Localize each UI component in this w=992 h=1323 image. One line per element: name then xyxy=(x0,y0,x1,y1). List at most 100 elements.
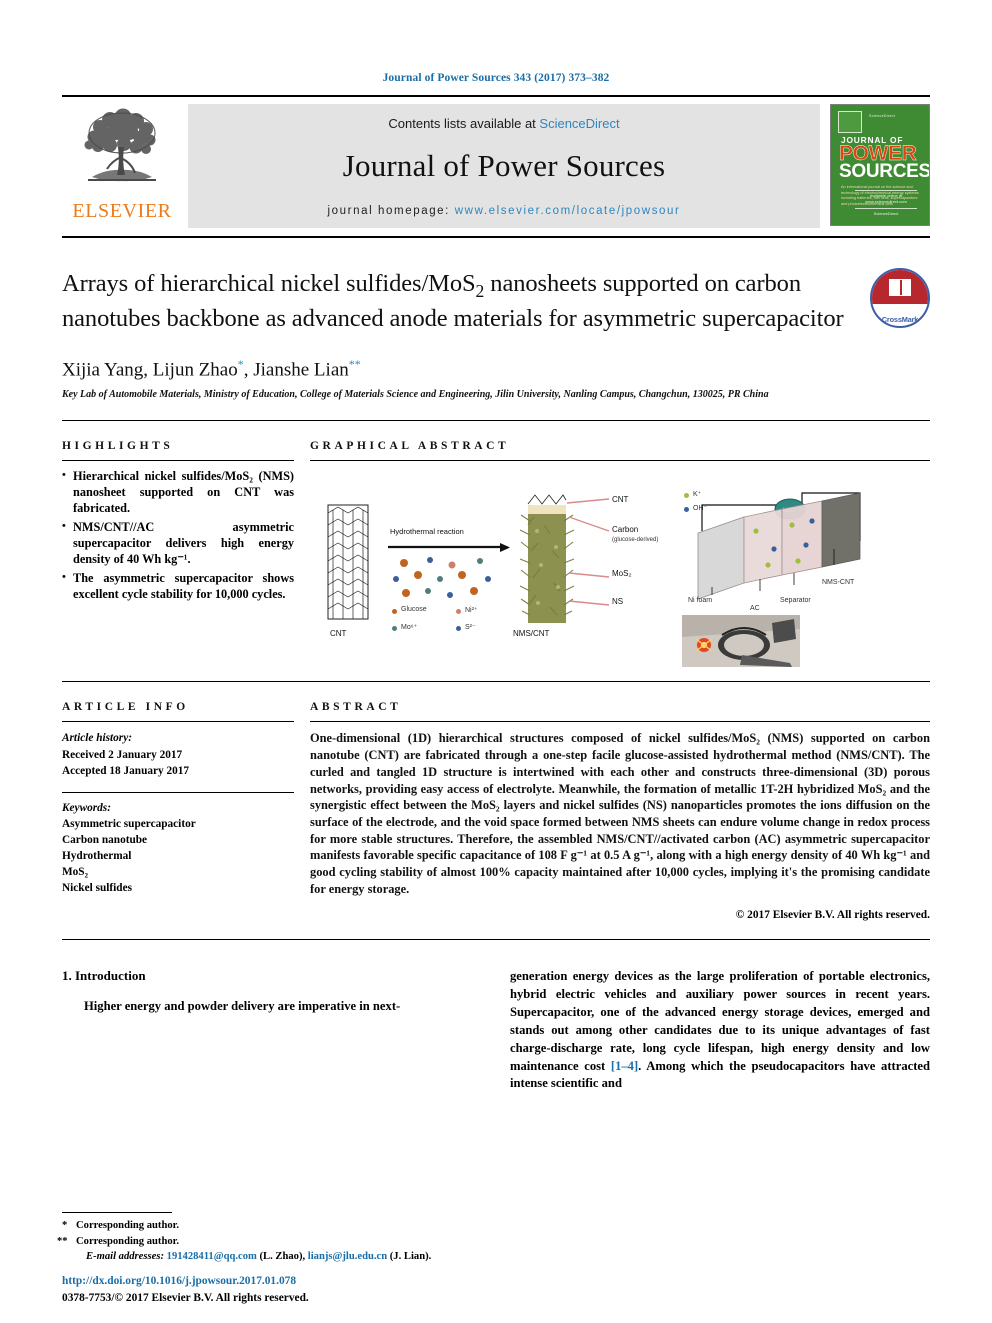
email-link-1[interactable]: 191428411@qq.com xyxy=(167,1251,257,1262)
highlights-section: HIGHLIGHTS Hierarchical nickel sulfides/… xyxy=(62,440,310,667)
body-columns: 1. Introduction Higher energy and powder… xyxy=(62,968,930,1093)
footnote-rule xyxy=(62,1212,172,1214)
label-nms-cnt: NMS/CNT xyxy=(513,629,550,639)
body-top-rule xyxy=(62,939,930,941)
reaction-arrow-icon xyxy=(388,543,510,553)
cover-footer-line1: Available online at www.sciencedirect.co… xyxy=(855,189,917,206)
body-column-right: generation energy devices as the large p… xyxy=(510,968,930,1093)
title-subscript: 2 xyxy=(475,280,485,301)
footnote-text-1: Corresponding author. xyxy=(76,1220,180,1232)
callout-carbon: Carbon xyxy=(612,525,639,535)
author-list: Xijia Yang, Lijun Zhao*, Jianshe Lian** xyxy=(62,357,930,381)
legend-mo: Mo⁶⁺ xyxy=(401,624,418,632)
legend-dot-mo xyxy=(392,626,397,632)
cover-publisher-badge xyxy=(838,111,862,133)
keywords-block: Keywords: Asymmetric supercapacitor Carb… xyxy=(62,800,294,896)
journal-cover[interactable]: ScienceDirect JOURNAL OF POWER SOURCES A… xyxy=(826,104,930,228)
crossmark-label: CrossMark xyxy=(881,315,919,324)
footnote-corresponding-2: ** Corresponding author. xyxy=(57,1234,474,1249)
legend-s: S²⁻ xyxy=(465,624,476,632)
abstract-section: ABSTRACT One-dimensional (1D) hierarchic… xyxy=(310,701,930,921)
email-link-2[interactable]: lianjs@jlu.edu.cn xyxy=(308,1251,387,1262)
publisher-wordmark: ELSEVIER xyxy=(72,200,172,222)
publisher-logo[interactable]: ELSEVIER xyxy=(62,104,182,228)
sciencedirect-link[interactable]: ScienceDirect xyxy=(539,116,619,131)
page-title: Arrays of hierarchical nickel sulfides/M… xyxy=(62,268,846,335)
body-text-a: generation energy devices as the large p… xyxy=(510,969,930,1073)
body-paragraph-left: Higher energy and powder delivery are im… xyxy=(84,999,401,1014)
callout-ns: NS xyxy=(612,597,624,607)
callout-cnt: CNT xyxy=(612,495,629,505)
body-column-left: 1. Introduction Higher energy and powder… xyxy=(62,968,482,1093)
title-area: Arrays of hierarchical nickel sulfides/M… xyxy=(62,268,930,335)
contents-prefix: Contents lists available at xyxy=(388,116,540,131)
legend-dot-glucose xyxy=(392,609,397,615)
callout-mos2: MoS₂ xyxy=(612,569,632,579)
legend-ni: Ni²⁺ xyxy=(465,607,478,615)
legend-glucose: Glucose xyxy=(401,606,427,614)
cnt-tube-icon xyxy=(327,504,369,620)
title-block-rule xyxy=(62,420,930,422)
footnotes: * Corresponding author. ** Corresponding… xyxy=(57,1212,474,1265)
page-footer: http://dx.doi.org/10.1016/j.jpowsour.201… xyxy=(62,1273,562,1307)
doi-link[interactable]: http://dx.doi.org/10.1016/j.jpowsour.201… xyxy=(62,1273,562,1290)
contents-line: Contents lists available at ScienceDirec… xyxy=(388,116,619,131)
abstract-text: One-dimensional (1D) hierarchical struct… xyxy=(310,731,930,896)
legend-dot-ni xyxy=(456,609,461,615)
crossmark-top xyxy=(872,270,928,304)
author-mark-2[interactable]: ** xyxy=(349,357,361,371)
article-first-page: Journal of Power Sources 343 (2017) 373–… xyxy=(0,0,992,1323)
journal-masthead: ELSEVIER Contents lists available at Sci… xyxy=(62,104,930,228)
legend-k: K⁺ xyxy=(693,491,702,499)
demo-photo xyxy=(682,615,800,668)
email-owner-2: (J. Lian). xyxy=(389,1251,432,1263)
abstract-heading: ABSTRACT xyxy=(310,701,402,714)
abstract-rule xyxy=(310,721,930,723)
book-icon xyxy=(889,278,911,296)
graphical-abstract-heading: GRAPHICAL ABSTRACT xyxy=(310,440,510,453)
keyword-item: Hydrothermal xyxy=(62,849,132,862)
device-schematic-icon: LED xyxy=(697,492,861,601)
elsevier-tree-icon xyxy=(84,108,156,182)
body-paragraph-right: generation energy devices as the large p… xyxy=(510,968,930,1093)
keyword-item: Nickel sulfides xyxy=(62,881,132,894)
cover-footer: Available online at www.sciencedirect.co… xyxy=(855,188,917,217)
info-and-abstract-row: ARTICLE INFO Article history: Received 2… xyxy=(62,701,930,921)
footnote-emails: E-mail addresses: 191428411@qq.com (L. Z… xyxy=(62,1249,474,1265)
list-item: The asymmetric supercapacitor shows exce… xyxy=(62,570,294,603)
label-ni-foam: Ni foam xyxy=(688,597,713,605)
callout-carbon-sub: (glucose-derived) xyxy=(612,537,659,544)
graphical-abstract-figure: CNT Hydrothermal reaction Glucose Ni²⁺ M… xyxy=(310,469,930,668)
homepage-url[interactable]: www.elsevier.com/locate/jpowsour xyxy=(455,205,681,217)
article-info-section: ARTICLE INFO Article history: Received 2… xyxy=(62,701,310,921)
footnote-mark-1: * xyxy=(62,1220,68,1232)
label-ac: AC xyxy=(750,605,760,613)
keywords-rule xyxy=(62,791,294,793)
reference-link[interactable]: [1–4] xyxy=(611,1059,638,1073)
article-info-rule xyxy=(62,721,294,723)
author-names-2: , Jianshe Lian xyxy=(243,358,349,380)
article-accepted: Accepted 18 January 2017 xyxy=(62,764,190,777)
precursor-ions-icon xyxy=(393,557,491,599)
title-part-1: Arrays of hierarchical nickel sulfides/M… xyxy=(62,270,476,297)
highlights-and-abstract-row: HIGHLIGHTS Hierarchical nickel sulfides/… xyxy=(62,440,930,668)
legend-oh: OH⁻ xyxy=(693,505,708,513)
title-part-1b: nanosheets supported on xyxy=(484,270,729,297)
header-rule xyxy=(62,95,930,97)
label-separator: Separator xyxy=(780,597,811,605)
footnote-corresponding-1: * Corresponding author. xyxy=(62,1218,474,1233)
article-history-label: Article history: xyxy=(62,732,132,745)
label-hydrothermal-reaction: Hydrothermal reaction xyxy=(390,527,464,537)
journal-homepage: journal homepage: www.elsevier.com/locat… xyxy=(328,205,681,217)
keywords-label: Keywords: xyxy=(62,801,111,814)
label-cnt-left: CNT xyxy=(330,629,347,639)
crossmark-badge[interactable]: CrossMark xyxy=(856,268,930,335)
keyword-item: Carbon nanotube xyxy=(62,833,148,846)
email-owner-1: (L. Zhao), xyxy=(259,1251,306,1263)
homepage-prefix: journal homepage: xyxy=(327,205,455,217)
section-title-introduction: 1. Introduction xyxy=(62,968,146,984)
cover-thumbnail: ScienceDirect JOURNAL OF POWER SOURCES A… xyxy=(830,104,930,226)
list-item: NMS/CNT//AC asymmetric supercapacitor de… xyxy=(62,519,294,568)
journal-band: Contents lists available at ScienceDirec… xyxy=(188,104,820,228)
affiliation: Key Lab of Automobile Materials, Ministr… xyxy=(62,388,769,400)
